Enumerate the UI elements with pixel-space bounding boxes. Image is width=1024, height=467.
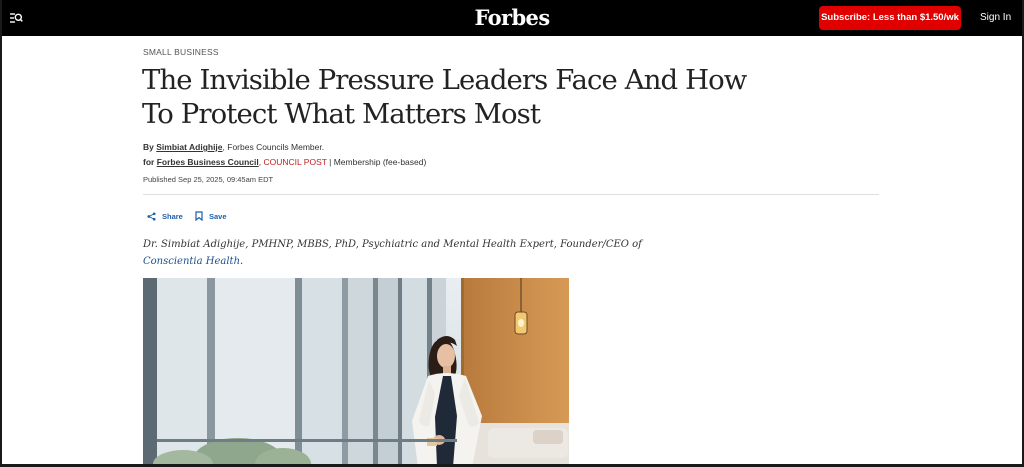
council-link[interactable]: Forbes Business Council — [157, 157, 259, 167]
caption-text: Dr. Simbiat Adighije, PMHNP, MBBS, PhD, … — [143, 239, 642, 250]
byline-by: By — [143, 142, 154, 152]
share-label: Share — [162, 211, 183, 221]
sign-in-link[interactable]: Sign In — [980, 12, 1011, 23]
published-date: Published Sep 25, 2025, 09:45am EDT — [143, 175, 274, 184]
divider — [143, 194, 879, 195]
bookmark-icon — [195, 211, 203, 221]
author-caption: Dr. Simbiat Adighije, PMHNP, MBBS, PhD, … — [143, 236, 703, 270]
subscribe-button[interactable]: Subscribe: Less than $1.50/wk — [819, 6, 961, 30]
photo-illustration — [143, 278, 569, 467]
author-suffix: , Forbes Councils Member. — [222, 142, 325, 152]
council-post-badge[interactable]: COUNCIL POST — [264, 157, 327, 167]
byline-council: for Forbes Business Council, COUNCIL POS… — [143, 157, 426, 167]
author-link[interactable]: Simbiat Adighije — [156, 142, 222, 152]
byline-author: By Simbiat Adighije, Forbes Councils Mem… — [143, 142, 324, 152]
article-headline: The Invisible Pressure Leaders Face And … — [142, 64, 747, 130]
share-icon — [147, 211, 156, 221]
caption-end: . — [240, 256, 244, 267]
author-photo — [143, 278, 569, 467]
byline-for: for — [143, 157, 155, 167]
org-link[interactable]: Conscientia Health — [143, 256, 240, 267]
membership-note: | Membership (fee-based) — [326, 157, 427, 167]
save-button[interactable]: Save — [195, 209, 227, 223]
share-button[interactable]: Share — [147, 209, 183, 223]
site-header: Forbes Subscribe: Less than $1.50/wk Sig… — [0, 0, 1024, 36]
byline-comma: , — [258, 157, 262, 167]
save-label: Save — [209, 211, 227, 221]
section-kicker[interactable]: SMALL BUSINESS — [143, 47, 219, 57]
